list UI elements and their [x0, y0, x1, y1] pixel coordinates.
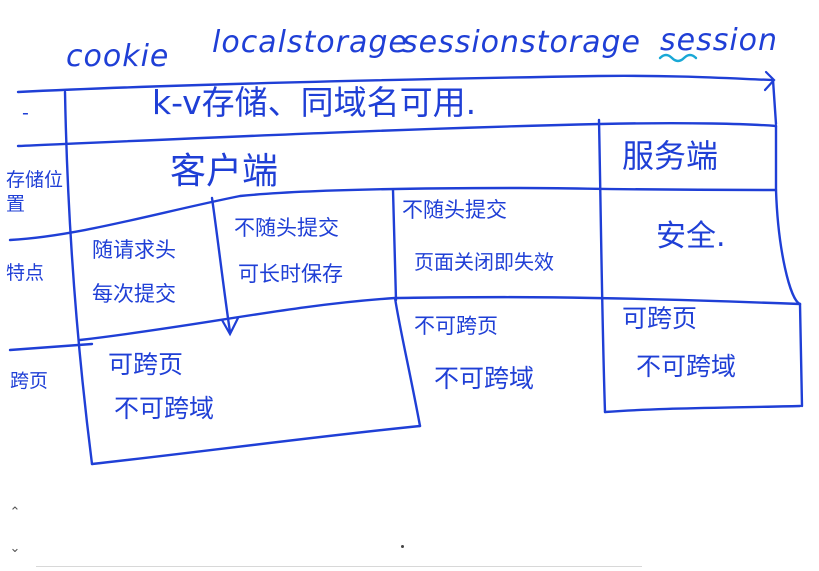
- cell-local-feature-line2: 可长时保存: [238, 262, 343, 286]
- cell-server: 服务端: [622, 137, 719, 175]
- grid-line-left: [63, 90, 94, 466]
- grid-line-session-cross-bottom: [603, 404, 802, 414]
- header-session: session: [660, 23, 779, 58]
- scroll-up-icon[interactable]: ⌃: [8, 506, 22, 520]
- grid-line-local-sessionstorage: [391, 188, 398, 302]
- page-indicator-dot: [401, 545, 404, 548]
- row-label-cross-origin: 跨页: [10, 370, 49, 392]
- cell-sessionstorage-cross-line2: 不可跨域: [434, 364, 535, 393]
- scroll-down-icon[interactable]: ⌄: [8, 542, 22, 556]
- cell-session-cross-line2: 不可跨域: [636, 352, 737, 381]
- cell-common: k-v存储、同域名可用.: [152, 83, 477, 122]
- grid-line-session-cross-right: [798, 302, 804, 408]
- grid-line-server-left: [597, 118, 607, 414]
- cell-session-feature: 安全.: [656, 219, 726, 254]
- cell-sessionstorage-feature-line1: 不随头提交: [402, 198, 507, 222]
- cell-cookie-local-cross-line1: 可跨页: [108, 350, 184, 379]
- bottom-divider: [36, 566, 642, 567]
- row-label-storage-location: 存储位置: [6, 169, 64, 215]
- row-label-features: 特点: [6, 262, 45, 284]
- cell-cookie-feature-line2: 每次提交: [92, 282, 176, 306]
- cell-local-feature-line1: 不随头提交: [234, 216, 339, 240]
- cell-client: 客户端: [170, 151, 279, 192]
- cell-session-cross-line1: 可跨页: [622, 304, 698, 333]
- grid-line-cookie-local: [210, 196, 232, 334]
- grid-line-bottom: [90, 424, 422, 466]
- header-sessionstorage: sessionstorage: [402, 25, 642, 60]
- grid-line-right-common: [771, 78, 778, 126]
- cell-cookie-local-cross-line2: 不可跨域: [114, 394, 215, 423]
- whiteboard-canvas: cookie localstorage sessionstorage sessi…: [0, 0, 819, 571]
- row-label-common: -: [22, 102, 29, 124]
- header-localstorage: localstorage: [212, 25, 408, 60]
- cell-cookie-feature-line1: 随请求头: [92, 238, 176, 262]
- grid-line-server-right: [774, 124, 802, 306]
- header-cookie: cookie: [66, 39, 170, 74]
- cell-sessionstorage-feature-line2: 页面关闭即失效: [414, 250, 554, 274]
- cell-sessionstorage-cross-line1: 不可跨页: [414, 314, 498, 338]
